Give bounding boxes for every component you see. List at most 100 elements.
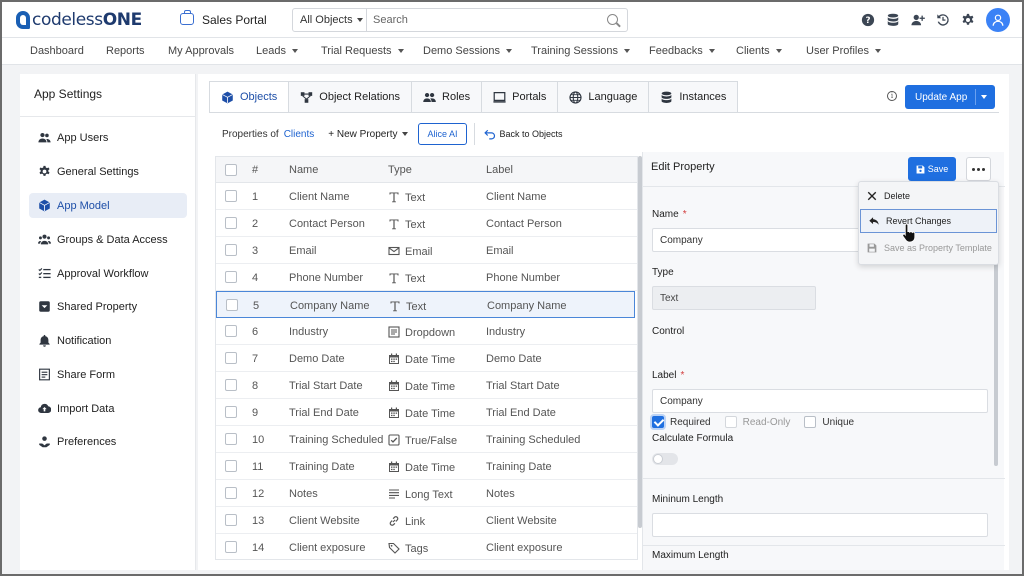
table-row[interactable]: 3 Email Email Email [216,237,637,264]
required-checkbox[interactable] [652,416,664,428]
sidebar-item-preferences[interactable]: Preferences [29,429,187,454]
min-length-input[interactable] [652,513,988,537]
search-scope-select[interactable]: All Objects [293,9,367,31]
back-to-objects-link[interactable]: Back to Objects [483,128,563,140]
alice-ai-button[interactable]: Alice AI [418,123,467,145]
user-avatar-icon[interactable] [986,8,1010,32]
table-row[interactable]: 4 Phone Number Text Phone Number [216,264,637,291]
row-checkbox[interactable] [226,299,238,311]
row-checkbox[interactable] [225,433,237,445]
row-checkbox[interactable] [225,352,237,364]
sidebar-item-approval-workflow[interactable]: Approval Workflow [29,261,187,286]
table-row[interactable]: 12 Notes Long Text Notes [216,480,637,507]
table-row[interactable]: 14 Client exposure Tags Client exposure [216,534,637,559]
table-row[interactable]: 2 Contact Person Text Contact Person [216,210,637,237]
table-row[interactable]: 10 Training Scheduled True/False Training S… [216,426,637,453]
control-field-label: Control [652,326,685,337]
main-nav: Dashboard Reports My Approvals Leads Tri… [2,38,1022,65]
table-row[interactable]: 7 Demo Date Date Time Demo Date [216,345,637,372]
table-row[interactable]: 11 Training Date Date Time Training Date [216,453,637,480]
menu-item-delete[interactable]: Delete [859,184,998,208]
header-name[interactable]: Name [289,164,318,176]
nav-my-approvals[interactable]: My Approvals [168,45,234,57]
read-only-checkbox[interactable] [724,416,737,428]
search-input[interactable] [373,13,593,27]
search-icon[interactable] [607,14,618,25]
sidebar-item-app-users[interactable]: App Users [29,125,187,150]
header-type[interactable]: Type [388,164,412,176]
tab-instances[interactable]: Instances [649,81,739,113]
calendar-type-icon [388,380,400,392]
nav-label: User Profiles [806,45,869,57]
sidebar-item-general-settings[interactable]: General Settings [29,159,187,184]
tab-object-relations[interactable]: Object Relations [289,81,413,113]
tab-objects[interactable]: Objects [209,81,290,113]
row-checkbox[interactable] [225,514,237,526]
nav-feedbacks[interactable]: Feedbacks [649,45,715,57]
table-row[interactable]: 1 Client Name Text Client Name [216,183,637,210]
sidebar-item-groups-data-access[interactable]: Groups & Data Access [29,227,187,252]
tab-label: Language [588,91,638,103]
history-icon[interactable] [931,8,955,32]
select-all-checkbox[interactable] [225,164,237,176]
row-checkbox[interactable] [225,406,237,418]
more-options-button[interactable] [966,157,991,181]
chevron-down-icon[interactable] [981,95,987,99]
row-type-label: Tags [405,543,429,555]
row-type-label: Date Time [405,408,456,420]
sidebar-item-notification[interactable]: Notification [29,328,187,353]
row-checkbox[interactable] [225,190,237,202]
row-checkbox[interactable] [225,244,237,256]
new-property-button[interactable]: + New Property [328,129,409,140]
sidebar-item-shared-property[interactable]: Shared Property [29,294,187,319]
header-label[interactable]: Label [486,164,513,176]
app-name[interactable]: Sales Portal [202,13,267,27]
name-input[interactable]: Company [652,228,862,252]
nav-clients[interactable]: Clients [736,45,782,57]
save-button[interactable]: Save [908,157,956,181]
menu-item-save-as-template[interactable]: Save as Property Template [859,236,998,260]
row-checkbox[interactable] [225,325,237,337]
gear-icon[interactable] [956,8,980,32]
add-user-icon[interactable] [906,8,930,32]
chevron-down-icon [402,131,409,136]
nav-training-sessions[interactable]: Training Sessions [531,45,631,57]
row-checkbox[interactable] [225,271,237,283]
table-row[interactable]: 5 Company Name Text Company Name [216,291,635,318]
row-type-label: Date Time [405,462,456,474]
row-checkbox[interactable] [225,541,237,553]
unique-checkbox[interactable] [804,416,817,428]
nav-demo-sessions[interactable]: Demo Sessions [423,45,513,57]
nav-dashboard[interactable]: Dashboard [30,45,84,57]
nav-user-profiles[interactable]: User Profiles [806,45,881,57]
row-name: Phone Number [289,272,363,284]
menu-item-revert-changes[interactable]: Revert Changes [860,209,997,233]
tab-portals[interactable]: Portals [482,81,559,113]
row-checkbox[interactable] [225,487,237,499]
formula-toggle[interactable] [652,453,678,465]
update-app-button[interactable]: Update App [905,85,995,109]
table-row[interactable]: 9 Trial End Date Date Time Trial End Date [216,399,637,426]
row-checkbox[interactable] [225,379,237,391]
nav-trial-requests[interactable]: Trial Requests [321,45,404,57]
tab-language[interactable]: Language [558,81,650,113]
row-checkbox[interactable] [225,217,237,229]
label-input[interactable]: Company [652,389,988,413]
help-icon[interactable]: ? [856,8,880,32]
table-row[interactable]: 6 Industry Dropdown Industry [216,318,637,345]
table-row[interactable]: 8 Trial Start Date Date Time Trial Start Da… [216,372,637,399]
tab-roles[interactable]: Roles [412,81,483,113]
sidebar-item-share-form[interactable]: Share Form [29,362,187,387]
sidebar-item-app-model[interactable]: App Model [29,193,187,218]
row-checkbox[interactable] [225,460,237,472]
gear-icon [39,165,50,176]
table-row[interactable]: 13 Client Website Link Client Website [216,507,637,534]
info-icon[interactable]: i [887,91,897,101]
object-name-link[interactable]: Clients [284,129,315,140]
database-icon[interactable] [881,8,905,32]
nav-leads[interactable]: Leads [256,45,298,57]
group-icon [38,234,51,245]
nav-reports[interactable]: Reports [106,45,145,57]
sidebar-item-import-data[interactable]: Import Data [29,396,187,421]
app-logo[interactable]: codelessONE [16,9,142,31]
